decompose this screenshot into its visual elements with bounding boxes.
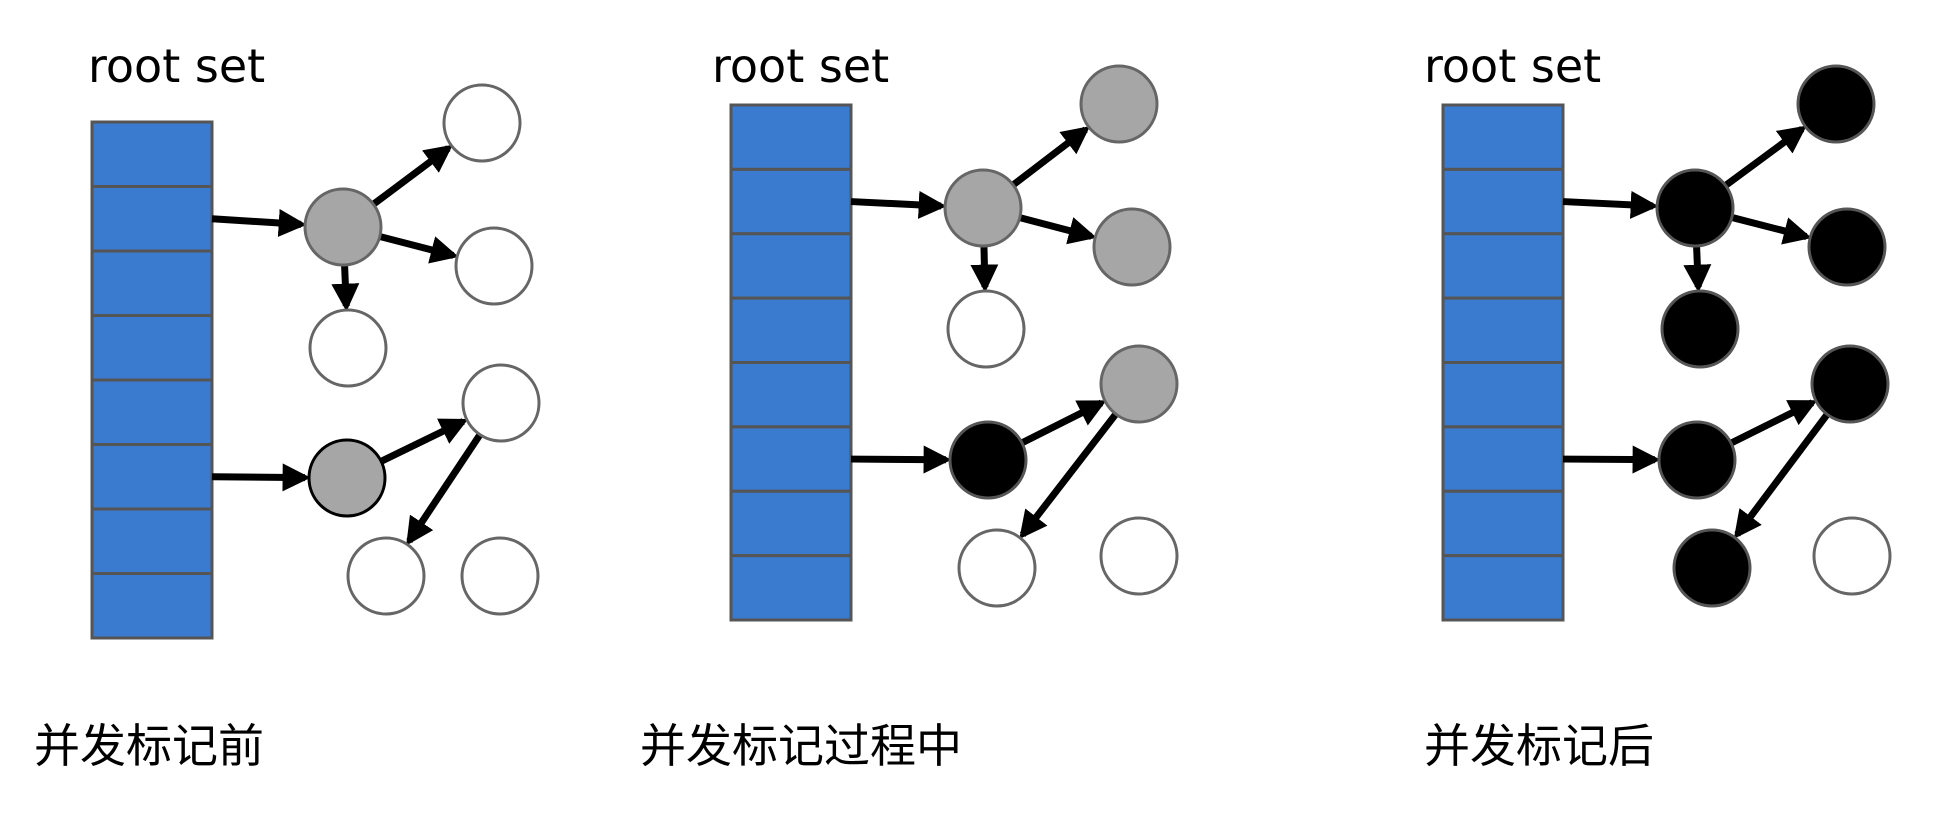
root-set-cell bbox=[90, 249, 214, 317]
panel-during-marking: root set 并发标记过程中 bbox=[640, 39, 1179, 773]
reference-arrow bbox=[1683, 245, 1712, 293]
root-set-cell bbox=[1441, 167, 1565, 236]
reference-arrow bbox=[378, 233, 459, 264]
root-set-cell bbox=[1441, 103, 1565, 171]
concurrent-marking-diagram: root set 并发标记前 root set 并发标记过程中 root set… bbox=[34, 39, 1892, 773]
object-node-white bbox=[461, 363, 541, 443]
root-set-cell bbox=[90, 185, 214, 253]
root-set-cell bbox=[90, 314, 214, 382]
reference-arrow bbox=[1729, 399, 1818, 447]
panel-before-marking: root set 并发标记前 bbox=[34, 39, 541, 773]
object-node-gray bbox=[307, 438, 387, 518]
object-node-black bbox=[1810, 344, 1890, 424]
root-set-label: root set bbox=[88, 39, 265, 93]
reference-arrow bbox=[1562, 190, 1659, 219]
object-node-black bbox=[948, 420, 1028, 500]
object-node-black bbox=[1655, 168, 1735, 248]
root-set-stack bbox=[729, 103, 853, 622]
object-node-black bbox=[1672, 528, 1752, 608]
root-set-stack bbox=[1441, 103, 1565, 622]
object-node-white bbox=[308, 308, 388, 388]
object-node-white bbox=[1812, 516, 1892, 596]
root-set-cell bbox=[1441, 425, 1565, 493]
reference-arrow bbox=[331, 264, 360, 312]
reference-arrow bbox=[211, 208, 307, 237]
reference-arrow bbox=[1723, 125, 1807, 189]
root-set-cell bbox=[90, 443, 214, 511]
root-set-cell bbox=[1441, 554, 1565, 622]
root-set-cell bbox=[729, 554, 853, 622]
root-set-cell bbox=[729, 232, 853, 300]
reference-arrow bbox=[1562, 445, 1661, 474]
object-node-white bbox=[454, 226, 534, 306]
object-node-gray bbox=[1092, 207, 1172, 287]
root-set-cell bbox=[1441, 489, 1565, 558]
object-node-white bbox=[460, 536, 540, 616]
reference-arrow bbox=[970, 245, 999, 293]
root-set-label: root set bbox=[712, 39, 889, 93]
reference-arrow bbox=[1730, 214, 1812, 245]
panel-caption: 并发标记前 bbox=[34, 719, 264, 773]
root-set-stack bbox=[90, 120, 214, 640]
object-node-black bbox=[1807, 207, 1887, 287]
root-set-cell bbox=[729, 425, 853, 493]
reference-arrow bbox=[850, 445, 952, 474]
object-node-white bbox=[346, 536, 426, 616]
reference-arrow bbox=[1011, 126, 1091, 188]
reference-arrow bbox=[379, 418, 469, 465]
object-node-gray bbox=[1079, 64, 1159, 144]
root-set-cell bbox=[729, 489, 853, 558]
panel-caption: 并发标记过程中 bbox=[640, 719, 962, 773]
reference-arrow bbox=[1020, 399, 1107, 447]
reference-arrow bbox=[211, 463, 311, 492]
root-set-cell bbox=[729, 361, 853, 429]
root-set-cell bbox=[1441, 296, 1565, 364]
root-set-cell bbox=[729, 103, 853, 171]
reference-arrow bbox=[850, 190, 947, 219]
object-node-white bbox=[1099, 516, 1179, 596]
object-node-gray bbox=[943, 168, 1023, 248]
root-set-cell bbox=[1441, 361, 1565, 429]
panel-after-marking: root set 并发标记后 bbox=[1424, 39, 1892, 773]
root-set-cell bbox=[90, 378, 214, 446]
reference-arrow bbox=[371, 144, 453, 208]
root-set-cell bbox=[90, 120, 214, 188]
root-set-cell bbox=[90, 507, 214, 575]
root-set-cell bbox=[729, 296, 853, 364]
reference-arrow bbox=[406, 432, 483, 546]
object-node-white bbox=[957, 528, 1037, 608]
object-node-black bbox=[1796, 64, 1876, 144]
panel-caption: 并发标记后 bbox=[1424, 719, 1654, 773]
object-node-white bbox=[442, 83, 522, 163]
object-node-white bbox=[946, 289, 1026, 369]
object-node-black bbox=[1660, 289, 1740, 369]
object-node-gray bbox=[303, 187, 383, 267]
root-set-cell bbox=[90, 572, 214, 640]
reference-arrow bbox=[1018, 214, 1097, 245]
object-node-gray bbox=[1099, 344, 1179, 424]
root-set-cell bbox=[729, 167, 853, 236]
object-node-black bbox=[1657, 420, 1737, 500]
root-set-cell bbox=[1441, 232, 1565, 300]
root-set-label: root set bbox=[1424, 39, 1601, 93]
